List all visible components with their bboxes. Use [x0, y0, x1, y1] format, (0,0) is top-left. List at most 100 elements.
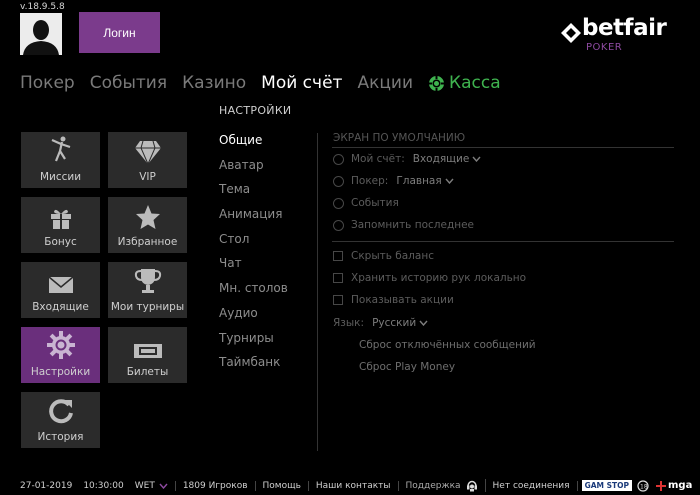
tile-history-label: История: [37, 431, 84, 443]
diamond-icon: [134, 140, 161, 165]
checkbox-box: [333, 295, 343, 305]
radio-circle: [333, 219, 344, 231]
reset-playmoney-button[interactable]: Сброс Play Money: [359, 361, 455, 373]
tile-bonus[interactable]: Бонус: [21, 197, 100, 253]
footer-support-link[interactable]: Поддержка: [399, 479, 486, 492]
checkbox-box: [333, 251, 343, 261]
settings-menu-animation[interactable]: Анимация: [219, 207, 288, 232]
radio-circle: [333, 197, 344, 209]
checkbox-hide-balance[interactable]: Скрыть баланс: [333, 250, 434, 262]
chevron-down-icon: [445, 178, 454, 184]
gear-icon: [46, 331, 75, 359]
default-screen-title: ЭКРАН ПО УМОЛЧАНИЮ: [333, 132, 466, 144]
avatar[interactable]: [20, 13, 62, 55]
nav-promotions[interactable]: Акции: [357, 73, 413, 93]
tile-history[interactable]: История: [21, 392, 100, 448]
dancer-icon: [51, 136, 70, 162]
footer-timezone: WET: [134, 480, 155, 491]
radio-poker[interactable]: Покер: Главная: [333, 175, 454, 187]
refresh-icon: [48, 399, 73, 424]
nav-cashier-label: Касса: [449, 73, 501, 93]
status-bar: 27-01-2019 10:30:00 WET 1809 Игроков Пом…: [0, 476, 700, 495]
nav-poker[interactable]: Покер: [20, 73, 75, 93]
checkbox-hide-balance-label: Скрыть баланс: [351, 250, 434, 262]
poker-dropdown[interactable]: Главная: [396, 175, 454, 187]
radio-remember-last[interactable]: Запомнить последнее: [333, 219, 474, 231]
settings-menu-theme[interactable]: Тема: [219, 182, 288, 207]
radio-events[interactable]: События: [333, 197, 399, 209]
betfair-logo: betfair POKER: [556, 15, 688, 58]
footer-contacts-link[interactable]: Наши контакты: [309, 480, 399, 491]
nav-cashier[interactable]: Касса: [428, 73, 501, 93]
user-silhouette-icon: [20, 13, 62, 55]
footer-connection-status: Нет соединения: [486, 480, 578, 491]
tile-tickets[interactable]: Билеты: [108, 327, 187, 383]
settings-menu-audio[interactable]: Аудио: [219, 306, 288, 331]
settings-menu-general[interactable]: Общие: [219, 133, 288, 158]
tile-missions[interactable]: Миссии: [21, 132, 100, 188]
mga-logo-text: mga: [668, 480, 693, 491]
tile-favorites-label: Избранное: [117, 236, 178, 248]
tile-bonus-label: Бонус: [44, 236, 77, 248]
gift-icon: [50, 209, 71, 229]
chevron-down-icon: [419, 320, 428, 326]
version-label: v.18.9.5.8: [20, 2, 65, 12]
settings-menu-table[interactable]: Стол: [219, 232, 288, 257]
settings-menu: Общие Аватар Тема Анимация Стол Чат Мн. …: [219, 133, 288, 380]
tile-settings[interactable]: Настройки: [21, 327, 100, 383]
language-dropdown[interactable]: Русский: [372, 317, 428, 329]
footer-support-label: Поддержка: [405, 480, 461, 491]
mga-logo: mga: [656, 480, 692, 491]
checkbox-show-promos-label: Показывать акции: [351, 294, 454, 306]
footer-badges: GAM STOP 18 mga: [578, 479, 700, 492]
settings-menu-multitable[interactable]: Мн. столов: [219, 281, 288, 306]
checkbox-box: [333, 273, 343, 283]
language-dropdown-value: Русский: [372, 317, 417, 329]
nav-my-account[interactable]: Мой счёт: [261, 73, 342, 93]
logo-subtext: POKER: [586, 42, 623, 53]
footer-help-link[interactable]: Помощь: [256, 480, 309, 491]
checkbox-store-history-label: Хранить историю рук локально: [351, 272, 527, 284]
login-button[interactable]: Логин: [79, 12, 160, 53]
radio-events-label: События: [351, 197, 399, 209]
checkbox-show-promos[interactable]: Показывать акции: [333, 294, 454, 306]
my-account-dropdown-value: Входящие: [412, 153, 470, 165]
tile-my-tournaments[interactable]: Мои турниры: [108, 262, 187, 318]
radio-my-account[interactable]: Мой счёт: Входящие: [333, 153, 481, 165]
nav-events[interactable]: События: [90, 73, 167, 93]
settings-menu-chat[interactable]: Чат: [219, 256, 288, 281]
timezone-selector[interactable]: WET: [128, 480, 176, 491]
nav-casino[interactable]: Казино: [182, 73, 246, 93]
footer-date: 27-01-2019: [20, 480, 73, 491]
checkbox-store-history[interactable]: Хранить историю рук локально: [333, 272, 526, 284]
tile-inbox[interactable]: Входящие: [21, 262, 100, 318]
settings-menu-timebank[interactable]: Таймбанк: [219, 355, 288, 380]
main-nav: Покер События Казино Мой счёт Акции Касс…: [20, 73, 501, 93]
logo-text: betfair: [582, 15, 667, 41]
mga-cross-icon: [656, 480, 667, 491]
tile-missions-label: Миссии: [39, 171, 82, 183]
tile-vip[interactable]: VIP: [108, 132, 187, 188]
betfair-logo-icon: [561, 23, 581, 43]
cashier-chip-icon: [429, 75, 445, 91]
svg-text:18: 18: [640, 483, 648, 490]
settings-title: НАСТРОЙКИ: [219, 104, 292, 117]
gamstop-logo: GAM STOP: [581, 480, 633, 491]
tile-inbox-label: Входящие: [32, 301, 89, 313]
trophy-icon: [134, 269, 161, 293]
settings-menu-tournaments[interactable]: Турниры: [219, 331, 288, 356]
tile-settings-label: Настройки: [30, 366, 91, 378]
radio-my-account-label: Мой счёт:: [351, 153, 405, 165]
radio-circle: [333, 153, 344, 165]
tile-vip-label: VIP: [139, 171, 156, 183]
tile-favorites[interactable]: Избранное: [108, 197, 187, 253]
settings-menu-avatar[interactable]: Аватар: [219, 158, 288, 183]
radio-remember-last-label: Запомнить последнее: [351, 219, 474, 231]
tile-tickets-label: Билеты: [126, 366, 169, 378]
language-label: Язык:: [333, 317, 365, 329]
language-row: Язык: Русский: [333, 317, 428, 329]
reset-messages-button[interactable]: Сброс отключённых сообщений: [359, 339, 536, 351]
my-account-dropdown[interactable]: Входящие: [413, 153, 482, 165]
section-divider: [332, 241, 674, 242]
footer-players: 1809 Игроков: [176, 480, 256, 491]
